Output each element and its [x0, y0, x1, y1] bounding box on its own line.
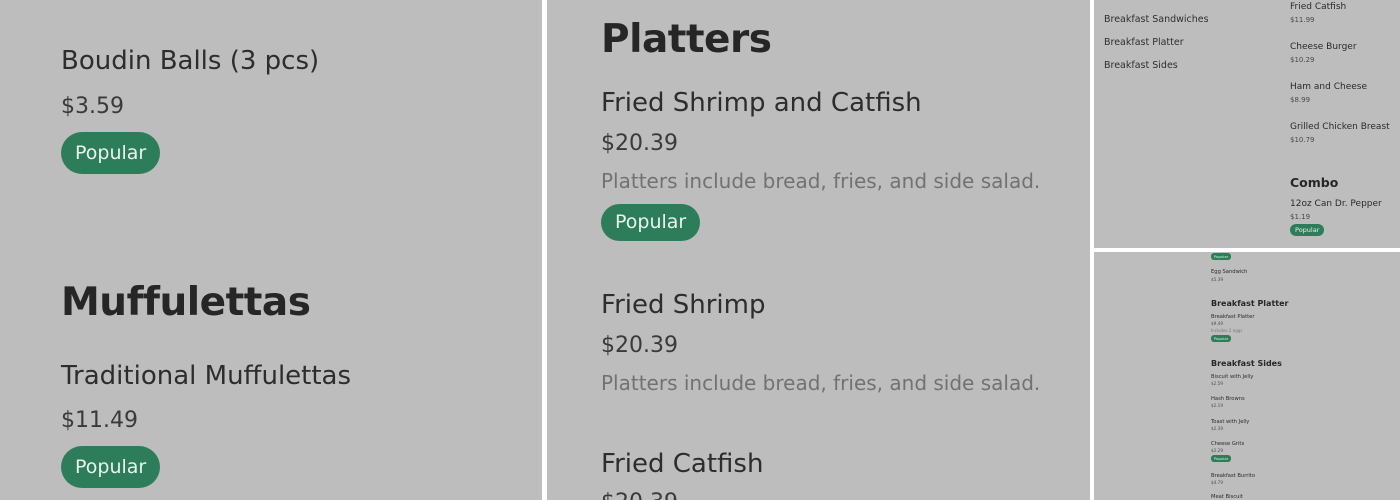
menu-item-name[interactable]: Hash Browns [1211, 396, 1245, 402]
menu-item-price: $2.29 [1211, 448, 1223, 453]
menu-item-description: Platters include bread, fries, and side … [601, 169, 1041, 193]
menu-item-name[interactable]: Breakfast Platter [1211, 314, 1254, 320]
category-nav-breakfast-sandwiches[interactable]: Breakfast Sandwiches [1104, 14, 1209, 25]
menu-item-price: $11.99 [1290, 16, 1315, 24]
popular-badge: Popular [1211, 253, 1232, 260]
menu-item-price: $4.79 [1211, 480, 1223, 485]
section-heading: Muffulettas [61, 280, 311, 325]
menu-item-price: $10.29 [1290, 56, 1315, 64]
menu-item-name[interactable]: Toast with Jelly [1211, 419, 1249, 425]
menu-item-price: $10.79 [1290, 136, 1315, 144]
menu-item-description: Includes 2 eggs [1211, 328, 1243, 333]
popular-badge: Popular [1290, 224, 1325, 236]
menu-item-price: $9.49 [1211, 321, 1223, 326]
section-heading: Breakfast Sides [1211, 359, 1282, 368]
menu-item-name[interactable]: Fried Shrimp [601, 290, 765, 320]
menu-item-price: $8.99 [1290, 96, 1311, 104]
popular-badge: Popular [1211, 335, 1232, 342]
menu-panel-zoom-center: Platters Fried Shrimp and Catfish $20.39… [547, 0, 1090, 500]
menu-item-price: $11.49 [61, 408, 138, 433]
category-nav-breakfast-platter[interactable]: Breakfast Platter [1104, 37, 1184, 48]
section-heading: Breakfast Platter [1211, 299, 1289, 308]
menu-item-name[interactable]: Meat Biscuit [1211, 494, 1243, 500]
menu-item-name[interactable]: Egg Sandwich [1211, 269, 1247, 275]
menu-item-name[interactable]: Fried Catfish [1290, 2, 1346, 12]
menu-item-name[interactable]: Cheese Burger [1290, 42, 1357, 52]
menu-item-price: $2.39 [1211, 426, 1223, 431]
menu-item-name[interactable]: Ham and Cheese [1290, 82, 1367, 92]
section-heading: Platters [601, 17, 772, 62]
menu-item-price: $20.39 [601, 131, 678, 156]
menu-panel-zoom-left: Boudin Balls (3 pcs) $3.59 Popular Muffu… [0, 0, 542, 500]
menu-item-price: $2.19 [1211, 403, 1223, 408]
popular-badge: Popular [61, 132, 161, 174]
menu-item-price: $20.39 [601, 333, 678, 358]
menu-item-name[interactable]: Breakfast Burrito [1211, 473, 1255, 479]
menu-item-name[interactable]: Biscuit with Jelly [1211, 374, 1253, 380]
menu-item-price: $3.59 [61, 94, 124, 119]
section-heading: Combo [1290, 175, 1339, 190]
menu-item-name[interactable]: Grilled Chicken Breast [1290, 122, 1390, 132]
popular-badge: Popular [1211, 455, 1232, 462]
popular-badge: Popular [601, 204, 701, 241]
menu-item-name[interactable]: 12oz Can Dr. Pepper [1290, 199, 1382, 209]
menu-item-price: $20.39 [601, 490, 678, 500]
menu-item-name[interactable]: Cheese Grits [1211, 441, 1244, 447]
menu-panel-top-right: Breakfast Sandwiches Breakfast Platter B… [1094, 0, 1400, 248]
menu-panel-bottom-right: Popular Egg Sandwich $5.39 Breakfast Pla… [1094, 252, 1400, 500]
category-nav-breakfast-sides[interactable]: Breakfast Sides [1104, 60, 1178, 71]
menu-item-name[interactable]: Fried Catfish [601, 449, 763, 479]
menu-item-name[interactable]: Fried Shrimp and Catfish [601, 88, 922, 118]
menu-item-name[interactable]: Boudin Balls (3 pcs) [61, 46, 319, 76]
menu-item-price: $1.19 [1290, 213, 1311, 221]
menu-item-name[interactable]: Traditional Muffulettas [61, 361, 351, 391]
menu-item-description: Platters include bread, fries, and side … [601, 371, 1041, 395]
popular-badge: Popular [61, 446, 161, 488]
menu-item-price: $5.39 [1211, 277, 1223, 282]
menu-item-price: $2.59 [1211, 381, 1223, 386]
